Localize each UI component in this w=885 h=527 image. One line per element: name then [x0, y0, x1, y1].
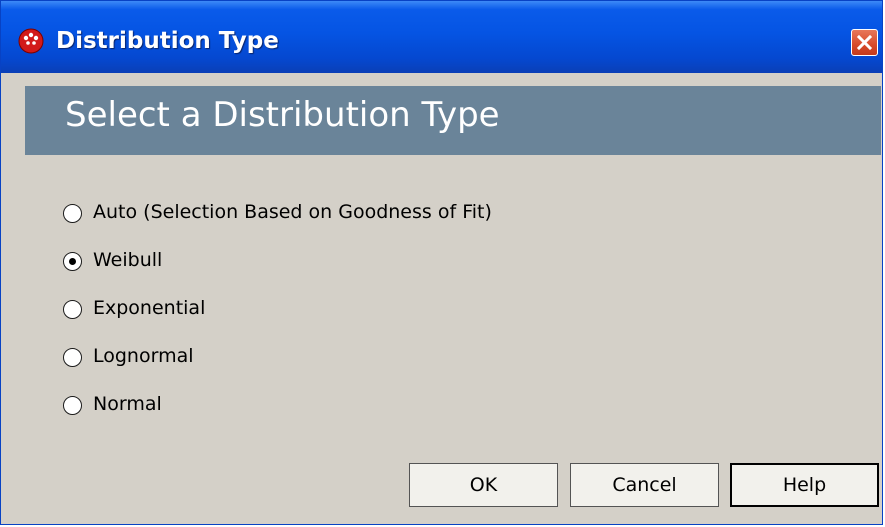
option-label: Normal [93, 393, 162, 415]
help-button[interactable]: Help [730, 463, 879, 507]
radio-button[interactable] [63, 204, 82, 223]
radio-selected-dot [69, 258, 76, 265]
close-button[interactable] [851, 29, 878, 56]
radio-button[interactable] [63, 348, 82, 367]
option-label: Exponential [93, 297, 206, 319]
radio-button[interactable] [63, 252, 82, 271]
option-label: Weibull [93, 249, 163, 271]
option-label: Auto (Selection Based on Goodness of Fit… [93, 201, 492, 223]
window-title: Distribution Type [56, 28, 279, 54]
radio-button[interactable] [63, 396, 82, 415]
app-icon [18, 28, 44, 54]
title-bar[interactable]: Distribution Type [1, 1, 882, 73]
cancel-button[interactable]: Cancel [570, 463, 719, 507]
close-icon [856, 34, 873, 51]
dialog-window: Distribution Type Select a Distribution … [0, 0, 883, 525]
ok-button[interactable]: OK [409, 463, 558, 507]
radio-button[interactable] [63, 300, 82, 319]
option-label: Lognormal [93, 345, 194, 367]
header-banner: Select a Distribution Type [25, 86, 881, 155]
banner-title: Select a Distribution Type [65, 95, 500, 135]
